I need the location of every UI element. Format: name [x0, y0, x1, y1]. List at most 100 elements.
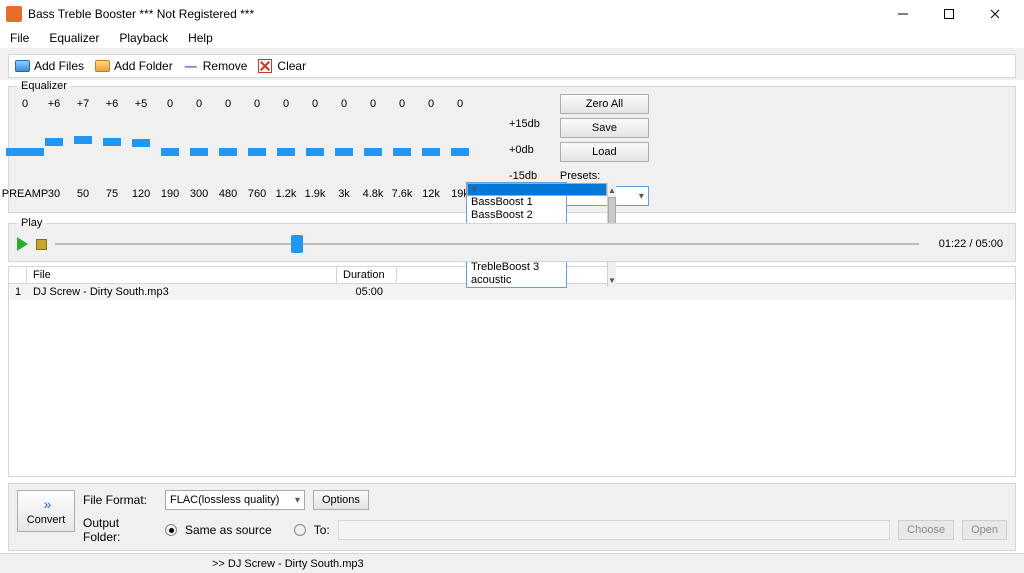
play-legend: Play: [17, 217, 46, 229]
eq-thumb-7.6k[interactable]: [393, 148, 411, 156]
add-folder-label: Add Folder: [114, 59, 173, 73]
play-time: 01:22 / 05:00: [939, 238, 1003, 250]
minus-icon: —: [183, 58, 199, 74]
eq-thumb-75[interactable]: [103, 138, 121, 146]
eq-slider-7.6k[interactable]: [395, 120, 409, 184]
col-file-header[interactable]: File: [27, 267, 337, 283]
convert-panel: » Convert File Format: FLAC(lossless qua…: [8, 483, 1016, 551]
remove-button[interactable]: — Remove: [183, 58, 248, 74]
eq-hz-3k: 3k: [338, 188, 350, 200]
minimize-button[interactable]: [880, 0, 926, 28]
equalizer-group: Equalizer 0PREAMP+630+750+675+5120019003…: [8, 80, 1016, 213]
preset-option[interactable]: TrebleBoost 3: [467, 261, 607, 274]
add-folder-button[interactable]: Add Folder: [94, 58, 173, 74]
add-files-button[interactable]: Add Files: [14, 58, 84, 74]
file-format-select[interactable]: FLAC(lossless quality): [165, 490, 305, 510]
preset-option[interactable]: BassBoost 1: [467, 196, 607, 209]
eq-hz-1.9k: 1.9k: [305, 188, 326, 200]
preamp-value: 0: [5, 98, 45, 114]
folder-icon: [94, 58, 110, 74]
preset-option[interactable]: [467, 183, 607, 196]
menubar: File Equalizer Playback Help: [0, 28, 1024, 48]
save-button[interactable]: Save: [560, 118, 649, 138]
seek-thumb[interactable]: [291, 235, 303, 253]
eq-thumb-1.9k[interactable]: [306, 148, 324, 156]
eq-value-190: 0: [167, 98, 173, 114]
output-path-field[interactable]: [338, 520, 890, 540]
eq-thumb-190[interactable]: [161, 148, 179, 156]
eq-value-12k: 0: [428, 98, 434, 114]
convert-label: Convert: [27, 514, 66, 526]
db-mid: +0db: [509, 144, 540, 156]
seek-slider[interactable]: [55, 241, 919, 247]
eq-hz-190: 190: [161, 188, 179, 200]
same-as-source-label: Same as source: [185, 523, 272, 537]
eq-slider-190[interactable]: [163, 120, 177, 184]
status-text: >> DJ Screw - Dirty South.mp3: [212, 558, 364, 570]
preamp-thumb[interactable]: [6, 148, 44, 156]
maximize-button[interactable]: [926, 0, 972, 28]
eq-slider-12k[interactable]: [424, 120, 438, 184]
scroll-down-icon[interactable]: ▼: [608, 273, 616, 287]
options-button[interactable]: Options: [313, 490, 369, 510]
eq-thumb-480[interactable]: [219, 148, 237, 156]
zero-all-button[interactable]: Zero All: [560, 94, 649, 114]
eq-hz-12k: 12k: [422, 188, 440, 200]
menu-file[interactable]: File: [6, 30, 33, 46]
eq-slider-30[interactable]: [47, 120, 61, 184]
convert-button[interactable]: » Convert: [17, 490, 75, 532]
col-duration-header[interactable]: Duration: [337, 267, 397, 283]
eq-slider-50[interactable]: [76, 120, 90, 184]
open-button[interactable]: Open: [962, 520, 1007, 540]
eq-thumb-4.8k[interactable]: [364, 148, 382, 156]
menu-playback[interactable]: Playback: [115, 30, 172, 46]
eq-thumb-30[interactable]: [45, 138, 63, 146]
eq-thumb-12k[interactable]: [422, 148, 440, 156]
radio-to[interactable]: [294, 524, 306, 536]
eq-slider-75[interactable]: [105, 120, 119, 184]
eq-slider-1.2k[interactable]: [279, 120, 293, 184]
eq-hz-300: 300: [190, 188, 208, 200]
eq-thumb-50[interactable]: [74, 136, 92, 144]
scroll-up-icon[interactable]: ▲: [608, 183, 616, 197]
stop-icon[interactable]: [36, 239, 47, 250]
eq-thumb-19k[interactable]: [451, 148, 469, 156]
eq-slider-3k[interactable]: [337, 120, 351, 184]
eq-slider-1.9k[interactable]: [308, 120, 322, 184]
radio-same-as-source[interactable]: [165, 524, 177, 536]
eq-thumb-300[interactable]: [190, 148, 208, 156]
preset-option[interactable]: acoustic: [467, 274, 607, 287]
eq-hz-30: 30: [48, 188, 60, 200]
window-title: Bass Treble Booster *** Not Registered *…: [28, 7, 874, 21]
load-button[interactable]: Load: [560, 142, 649, 162]
eq-value-120: +5: [135, 98, 148, 114]
eq-db-scale: +15db +0db -15db: [509, 118, 540, 182]
choose-button[interactable]: Choose: [898, 520, 954, 540]
clear-button[interactable]: Clear: [257, 58, 306, 74]
eq-thumb-760[interactable]: [248, 148, 266, 156]
eq-thumb-120[interactable]: [132, 139, 150, 147]
eq-slider-120[interactable]: [134, 120, 148, 184]
eq-thumb-1.2k[interactable]: [277, 148, 295, 156]
close-button[interactable]: [972, 0, 1018, 28]
eq-hz-120: 120: [132, 188, 150, 200]
play-icon[interactable]: [17, 237, 28, 251]
menu-equalizer[interactable]: Equalizer: [45, 30, 103, 46]
app-icon: [6, 6, 22, 22]
equalizer-legend: Equalizer: [17, 80, 71, 92]
eq-hz-1.2k: 1.2k: [276, 188, 297, 200]
eq-slider-4.8k[interactable]: [366, 120, 380, 184]
eq-slider-300[interactable]: [192, 120, 206, 184]
db-top: +15db: [509, 118, 540, 130]
eq-thumb-3k[interactable]: [335, 148, 353, 156]
eq-hz-75: 75: [106, 188, 118, 200]
eq-value-7.6k: 0: [399, 98, 405, 114]
status-bar: >> DJ Screw - Dirty South.mp3: [0, 553, 1024, 573]
eq-slider-19k[interactable]: [453, 120, 467, 184]
menu-help[interactable]: Help: [184, 30, 217, 46]
play-group: Play 01:22 / 05:00: [8, 217, 1016, 262]
preamp-slider[interactable]: [8, 120, 42, 184]
eq-value-480: 0: [225, 98, 231, 114]
eq-slider-760[interactable]: [250, 120, 264, 184]
eq-slider-480[interactable]: [221, 120, 235, 184]
